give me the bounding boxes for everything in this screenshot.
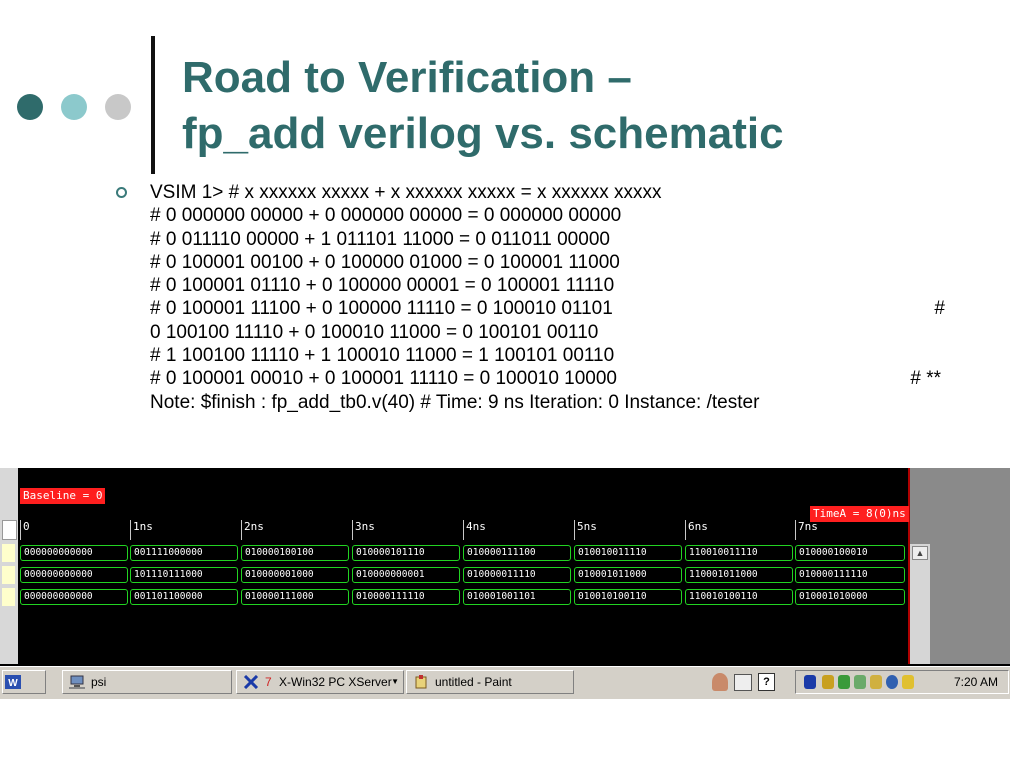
output-line: # 1 100100 11110 + 1 100010 11000 = 1 10… — [150, 345, 615, 367]
time-tick-label: 1ns — [130, 520, 153, 540]
network-tray-icon[interactable] — [838, 675, 850, 689]
dot-gray — [105, 94, 131, 120]
gutter-cell — [2, 520, 17, 540]
signal-value-cell[interactable]: 010010011110 — [574, 545, 682, 561]
signal-value-cell[interactable]: 001111000000 — [130, 545, 238, 561]
signal-value-cell[interactable]: 010000100100 — [241, 545, 349, 561]
title-divider — [151, 36, 155, 174]
right-panel: ▲ — [910, 468, 1010, 664]
messenger-icon[interactable] — [734, 674, 752, 691]
system-tray: 7:20 AM — [795, 670, 1009, 694]
gutter-cell — [2, 588, 15, 606]
signal-value-cell[interactable]: 000000000000 — [20, 545, 128, 561]
signal-value-cell[interactable]: 010000111100 — [463, 545, 571, 561]
output-line: VSIM 1> # x xxxxxx xxxxx + x xxxxxx xxxx… — [150, 182, 662, 203]
windows-taskbar: W psi 7 X-Win32 PC XServer ▼ untitled - … — [0, 666, 1010, 699]
time-tick-label: 5ns — [574, 520, 597, 540]
output-line: # 0 100001 11100 + 0 100000 11110 = 0 10… — [150, 298, 945, 320]
start-button[interactable]: W — [2, 670, 46, 694]
signal-name-gutter — [0, 468, 18, 664]
tools-icon[interactable] — [902, 675, 914, 689]
taskbar-label-paint: untitled - Paint — [435, 675, 512, 689]
scroll-up-icon[interactable]: ▲ — [912, 546, 928, 560]
pencil-icon[interactable] — [870, 675, 882, 689]
taskbar-count-xwin32: 7 — [265, 675, 272, 689]
signal-value-cell[interactable]: 010010100110 — [574, 589, 682, 605]
baseline-marker[interactable]: Baseline = 0 — [20, 488, 106, 504]
signal-value-cell[interactable]: 010001001101 — [463, 589, 571, 605]
svg-text:W: W — [8, 678, 18, 689]
timea-marker[interactable]: TimeA = 8(0)ns — [810, 506, 909, 522]
output-line: # 0 011110 00000 + 1 011101 11000 = 0 01… — [150, 228, 610, 250]
signal-value-cell[interactable]: 010000000001 — [352, 567, 460, 583]
time-tick-label: 0 — [20, 520, 30, 540]
xwin-x-icon — [243, 675, 259, 689]
dot-teal — [61, 94, 87, 120]
output-line: # 0 000000 00000 + 0 000000 00000 = 0 00… — [150, 205, 622, 227]
signal-value-cell[interactable]: 000000000000 — [20, 567, 128, 583]
waveform-panel[interactable]: Baseline = 0 TimeA = 8(0)ns 0 1ns 2ns 3ns 4n… — [18, 468, 910, 664]
taskbar-label-psi: psi — [91, 675, 107, 689]
globe-icon[interactable] — [886, 675, 898, 689]
paint-icon — [415, 675, 427, 689]
taskbar-group-arrow-icon[interactable]: ▼ — [391, 671, 399, 693]
output-line: # 0 100001 01110 + 0 100000 00001 = 0 10… — [150, 275, 615, 297]
output-line: # 0 100001 00100 + 0 100000 01000 = 0 10… — [150, 251, 620, 273]
signal-value-cell[interactable]: 010001010000 — [795, 589, 905, 605]
lock-icon[interactable] — [822, 675, 834, 689]
signal-value-cell[interactable]: 001101100000 — [130, 589, 238, 605]
signal-value-cell[interactable]: 010000001000 — [241, 567, 349, 583]
taskbar-button-paint[interactable]: untitled - Paint — [406, 670, 574, 694]
signal-value-cell[interactable]: 010000101110 — [352, 545, 460, 561]
time-tick-label: 3ns — [352, 520, 375, 540]
signal-value-cell[interactable]: 010001011000 — [574, 567, 682, 583]
bullet-icon — [116, 187, 127, 198]
antivirus-icon[interactable] — [854, 675, 866, 689]
time-tick-label: 7ns — [795, 520, 818, 540]
signal-value-cell[interactable]: 110010011110 — [685, 545, 793, 561]
output-line: Note: $finish : fp_add_tb0.v(40) # Time:… — [150, 391, 760, 413]
signal-value-cell[interactable]: 010000111110 — [352, 589, 460, 605]
signal-value-cell[interactable]: 010000111110 — [795, 567, 905, 583]
title-line-1: Road to Verification – — [182, 53, 632, 102]
signal-value-cell[interactable]: 010000100010 — [795, 545, 905, 561]
taskbar-button-psi[interactable]: psi — [62, 670, 232, 694]
network-computer-icon — [69, 675, 85, 689]
time-tick-label: 4ns — [463, 520, 486, 540]
dot-dark — [17, 94, 43, 120]
signal-value-cell[interactable]: 110001011000 — [685, 567, 793, 583]
waveform-screenshot: Baseline = 0 TimeA = 8(0)ns 0 1ns 2ns 3ns 4n… — [0, 468, 1010, 699]
output-line: 0 100100 11110 + 0 100010 11000 = 0 1001… — [150, 321, 599, 343]
signal-value-cell[interactable]: 010000111000 — [241, 589, 349, 605]
clock[interactable]: 7:20 AM — [954, 671, 998, 693]
word-icon: W — [5, 675, 21, 689]
signal-value-cell[interactable]: 110010100110 — [685, 589, 793, 605]
time-tick-label: 6ns — [685, 520, 708, 540]
taskbar-label-xwin32: X-Win32 PC XServer — [279, 675, 392, 689]
title-line-2: fp_add verilog vs. schematic — [182, 109, 784, 158]
signal-value-cell[interactable]: 101110111000 — [130, 567, 238, 583]
slide-title: Road to Verification – fp_add verilog vs… — [182, 50, 784, 162]
help-icon[interactable]: ? — [758, 673, 775, 691]
simulation-output: VSIM 1> # x xxxxxx xxxxx + x xxxxxx xxxx… — [150, 181, 945, 414]
signal-value-cell[interactable]: 010000011110 — [463, 567, 571, 583]
user-icon[interactable] — [712, 673, 728, 691]
signal-value-cell[interactable]: 000000000000 — [20, 589, 128, 605]
xwin-tray-icon[interactable] — [804, 675, 816, 689]
time-tick-label: 2ns — [241, 520, 264, 540]
gutter-cell — [2, 566, 15, 584]
output-line: # 0 100001 00010 + 0 100001 11110 = 0 10… — [150, 368, 941, 390]
vertical-scrollbar[interactable]: ▲ — [910, 544, 930, 664]
taskbar-button-xwin32[interactable]: 7 X-Win32 PC XServer ▼ — [236, 670, 404, 694]
gutter-cell — [2, 544, 15, 562]
